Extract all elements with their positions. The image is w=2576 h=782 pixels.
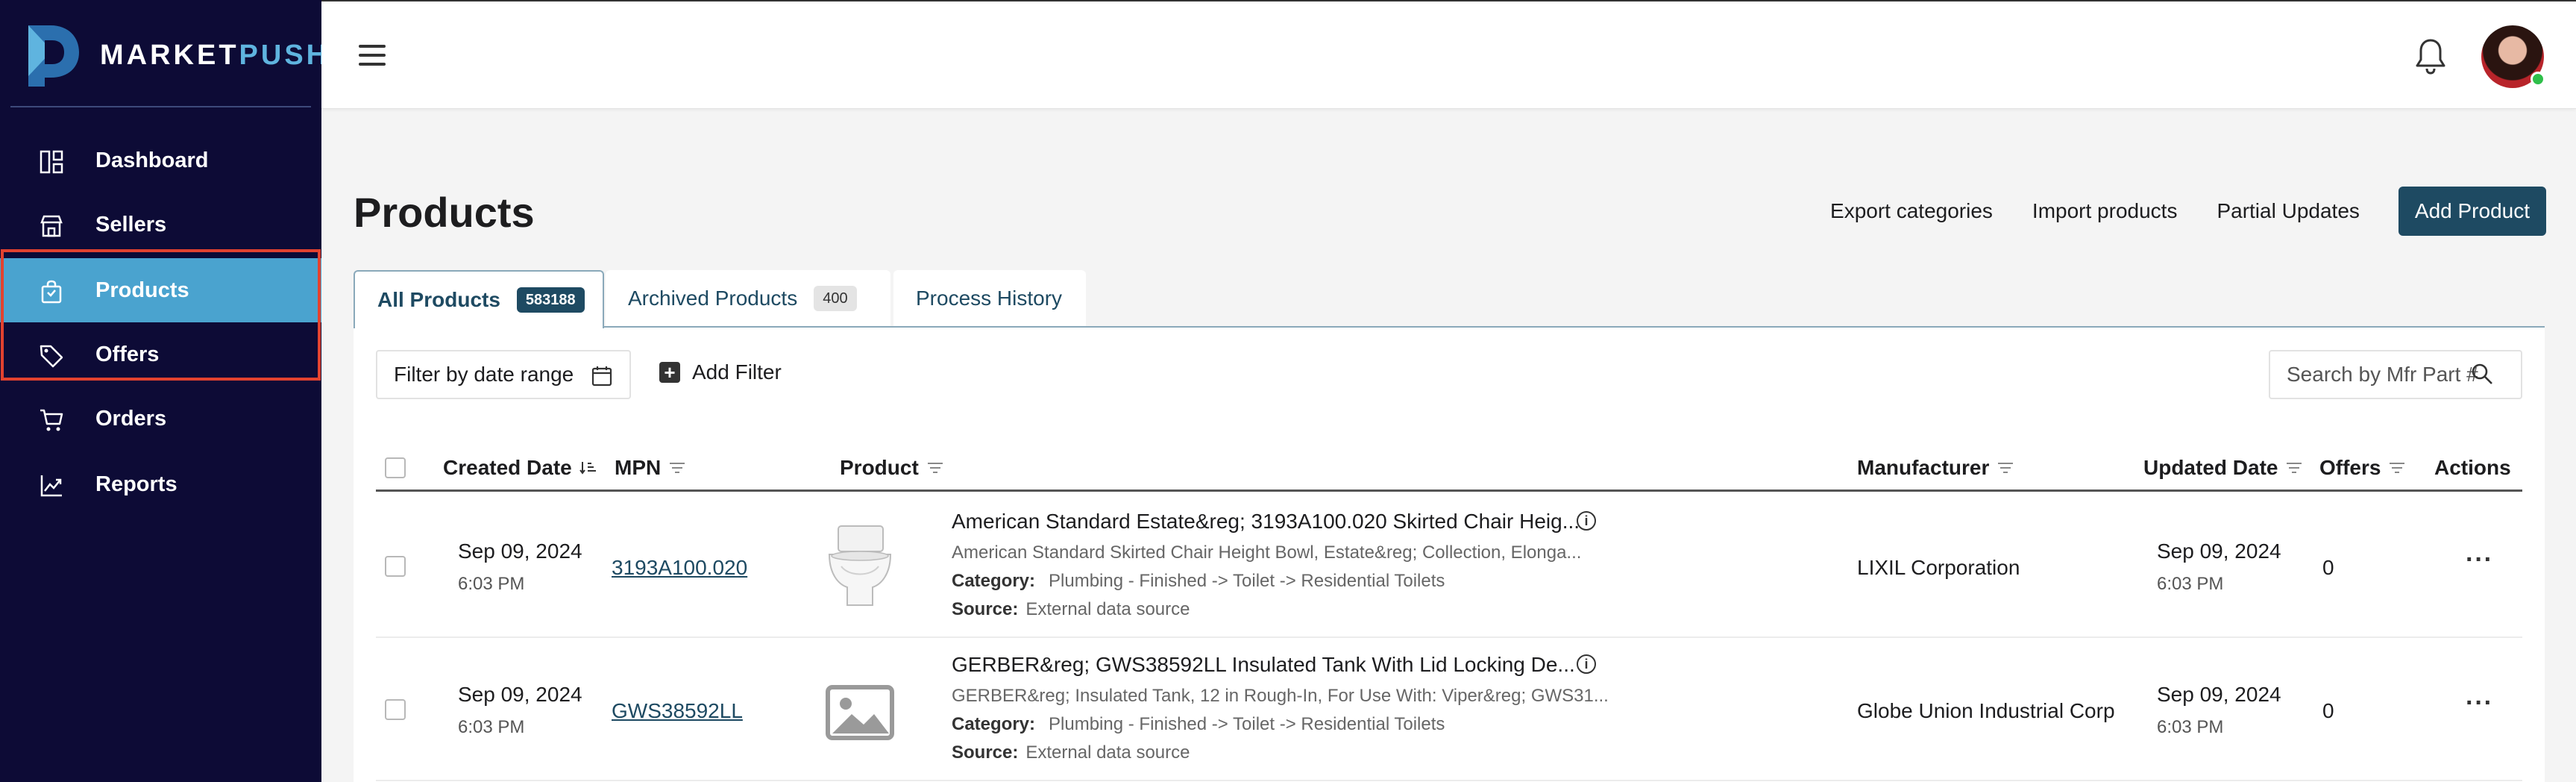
- import-products-button[interactable]: Import products: [2032, 199, 2178, 223]
- logo-divider: [10, 106, 311, 107]
- created-time: 6:03 PM: [458, 717, 525, 737]
- tab-all-products[interactable]: All Products 583188: [354, 270, 604, 328]
- row-checkbox[interactable]: [385, 556, 406, 577]
- created-date: Sep 09, 2024: [458, 539, 582, 563]
- column-header-product[interactable]: Product: [840, 456, 944, 480]
- product-title[interactable]: American Standard Estate&reg; 3193A100.0…: [952, 510, 1580, 534]
- store-icon: [40, 215, 63, 237]
- info-icon[interactable]: i: [1577, 511, 1596, 531]
- avatar[interactable]: [2481, 25, 2545, 88]
- tab-label: Archived Products: [628, 287, 798, 310]
- logo[interactable]: MARKETPUSH: [22, 22, 330, 88]
- product-source: Source: External data source: [952, 742, 1190, 763]
- column-header-offers[interactable]: Offers: [2319, 456, 2406, 480]
- updated-date: Sep 09, 2024: [2157, 539, 2281, 563]
- column-header-created-date[interactable]: Created Date: [443, 456, 597, 480]
- sort-icon: [1998, 463, 2014, 473]
- product-category: Category: Plumbing - Finished -> Toilet -…: [952, 714, 1445, 734]
- add-filter-button[interactable]: + Add Filter: [659, 360, 782, 384]
- sidebar-item-sellers[interactable]: Sellers: [0, 193, 321, 257]
- search-icon[interactable]: [2470, 362, 2494, 386]
- top-bar: [321, 0, 2576, 109]
- updated-time: 6:03 PM: [2157, 717, 2224, 737]
- products-card: Filter by date range + Add Filter Create…: [354, 326, 2545, 782]
- bell-icon[interactable]: [2414, 37, 2447, 75]
- mpn-link[interactable]: 3193A100.020: [612, 556, 747, 580]
- online-status-dot: [2531, 72, 2545, 87]
- mpn-link[interactable]: GWS38592LL: [612, 699, 743, 723]
- sidebar-item-offers[interactable]: Offers: [0, 322, 321, 387]
- column-header-manufacturer[interactable]: Manufacturer: [1857, 456, 2014, 480]
- offers-count: 0: [2322, 699, 2334, 722]
- updated-date: Sep 09, 2024: [2157, 683, 2281, 706]
- sort-ascending-icon: [579, 462, 596, 475]
- date-range-label: Filter by date range: [394, 363, 574, 386]
- product-title[interactable]: GERBER&reg; GWS38592LL Insulated Tank Wi…: [952, 653, 1575, 677]
- date-range-filter[interactable]: Filter by date range: [376, 350, 631, 399]
- tab-count-badge: 583188: [516, 287, 585, 313]
- cart-icon: [40, 409, 63, 431]
- sidebar-item-dashboard[interactable]: Dashboard: [0, 128, 321, 193]
- column-header-updated-date[interactable]: Updated Date: [2143, 456, 2303, 480]
- sidebar-item-label: Offers: [95, 342, 160, 366]
- manufacturer: LIXIL Corporation: [1857, 556, 2020, 579]
- sidebar: MARKETPUSH Dashboard Sellers Products Of…: [0, 0, 327, 782]
- add-filter-label: Add Filter: [692, 360, 782, 384]
- export-categories-button[interactable]: Export categories: [1830, 199, 1993, 223]
- header-actions: Export categories Import products Partia…: [1791, 187, 2546, 236]
- dashboard-icon: [40, 150, 63, 174]
- product-description: American Standard Skirted Chair Height B…: [952, 542, 1582, 563]
- page-title: Products: [354, 189, 535, 236]
- sidebar-item-reports[interactable]: Reports: [0, 452, 321, 516]
- tab-archived-products[interactable]: Archived Products 400: [606, 270, 890, 327]
- bag-icon: [41, 280, 62, 304]
- manufacturer: Globe Union Industrial Corp: [1857, 699, 2115, 722]
- row-actions-menu-icon[interactable]: ···: [2466, 689, 2493, 718]
- product-category: Category: Plumbing - Finished -> Toilet -…: [952, 571, 1445, 591]
- row-checkbox[interactable]: [385, 699, 406, 720]
- tab-label: All Products: [377, 288, 500, 311]
- toilet-image[interactable]: [819, 522, 901, 611]
- menu-icon[interactable]: [359, 45, 386, 67]
- sidebar-item-label: Orders: [95, 406, 167, 431]
- sidebar-item-products[interactable]: Products: [0, 258, 321, 322]
- sidebar-item-label: Products: [95, 278, 189, 302]
- sort-icon: [2287, 463, 2302, 473]
- placeholder-image[interactable]: [819, 665, 901, 754]
- sort-icon: [927, 463, 943, 473]
- updated-time: 6:03 PM: [2157, 574, 2224, 594]
- calendar-icon: [591, 366, 612, 387]
- sidebar-item-label: Reports: [95, 472, 178, 496]
- select-all-checkbox[interactable]: [385, 457, 406, 478]
- logo-icon: [28, 25, 79, 87]
- created-time: 6:03 PM: [458, 574, 525, 594]
- tab-process-history[interactable]: Process History: [893, 270, 1086, 327]
- created-date: Sep 09, 2024: [458, 683, 582, 706]
- sidebar-item-orders[interactable]: Orders: [0, 387, 321, 451]
- product-source: Source: External data source: [952, 599, 1190, 619]
- row-actions-menu-icon[interactable]: ···: [2466, 545, 2493, 575]
- sort-icon: [2390, 463, 2405, 473]
- add-product-button[interactable]: Add Product: [2398, 187, 2546, 236]
- column-header-actions: Actions: [2434, 456, 2511, 479]
- chart-icon: [40, 475, 62, 497]
- partial-updates-button[interactable]: Partial Updates: [2217, 199, 2359, 223]
- sort-icon: [670, 463, 685, 473]
- info-icon[interactable]: i: [1577, 654, 1596, 674]
- column-header-mpn[interactable]: MPN: [615, 456, 686, 480]
- table-row[interactable]: Sep 09, 2024 6:03 PM GWS38592LL GERBER&r…: [376, 638, 2522, 781]
- offers-count: 0: [2322, 556, 2334, 579]
- sidebar-item-label: Sellers: [95, 212, 167, 237]
- plus-icon: +: [659, 362, 680, 383]
- sidebar-item-label: Dashboard: [95, 148, 209, 172]
- product-description: GERBER&reg; Insulated Tank, 12 in Rough-…: [952, 686, 1609, 706]
- tab-count-badge: 400: [814, 286, 857, 311]
- table-header: Created Date MPN Product Manufacturer Up…: [376, 445, 2522, 492]
- tab-label: Process History: [916, 287, 1063, 310]
- tag-icon: [40, 345, 63, 368]
- table-row[interactable]: Sep 09, 2024 6:03 PM 3193A100.020 Americ…: [376, 495, 2522, 638]
- logo-text: MARKETPUSH: [100, 39, 330, 71]
